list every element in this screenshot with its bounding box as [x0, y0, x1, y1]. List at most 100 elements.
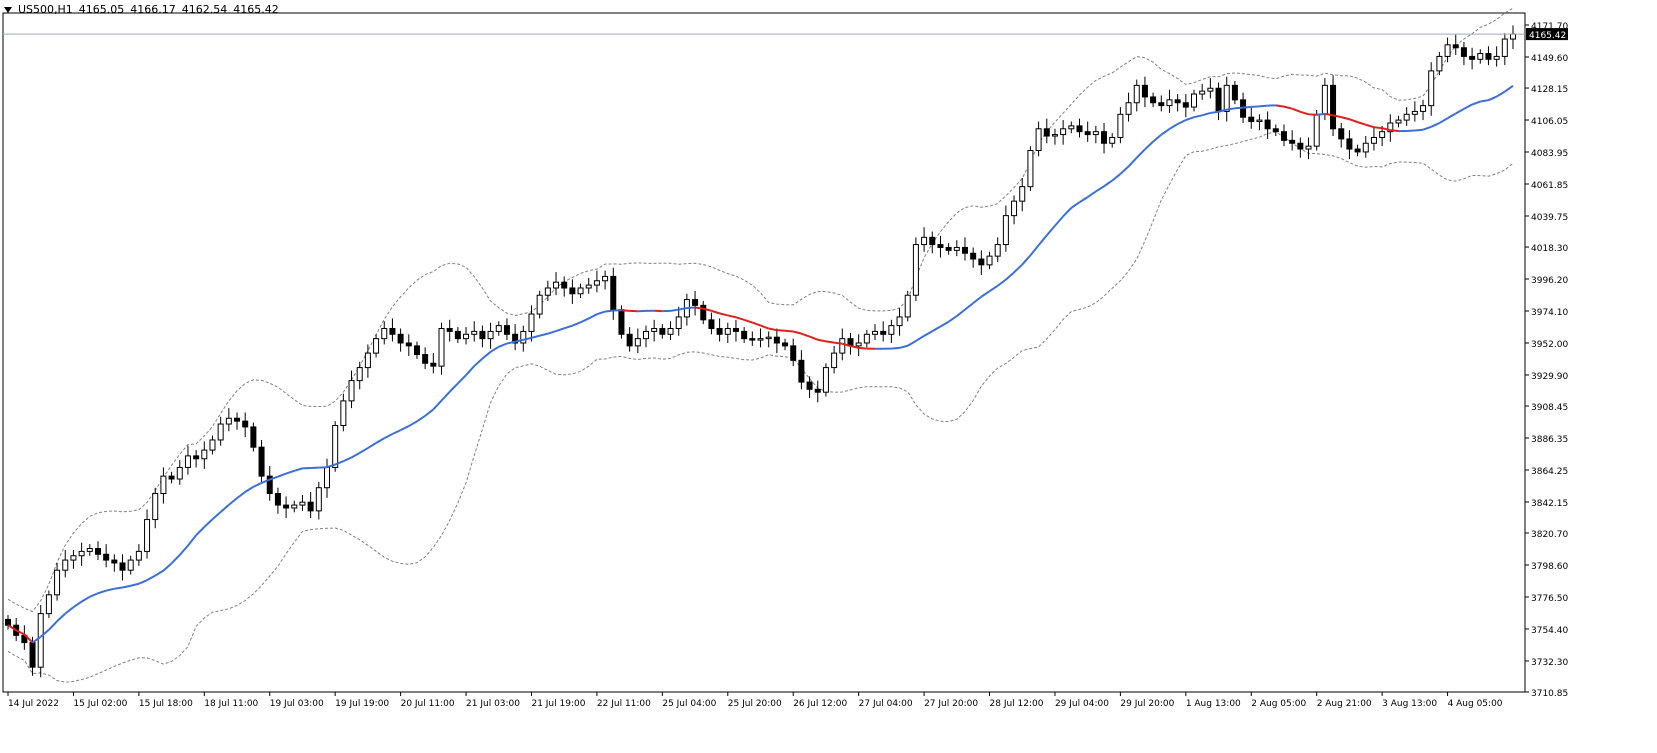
- candle-body[interactable]: [1223, 84, 1230, 112]
- candle-body[interactable]: [765, 336, 772, 340]
- candle-body[interactable]: [1420, 105, 1427, 112]
- candle-body[interactable]: [119, 562, 126, 571]
- candle-body[interactable]: [405, 342, 412, 347]
- candle-body[interactable]: [454, 330, 461, 340]
- candle-body[interactable]: [1043, 128, 1050, 137]
- candle-body[interactable]: [348, 380, 355, 402]
- candle-body[interactable]: [209, 439, 216, 451]
- candle-body[interactable]: [1141, 84, 1148, 98]
- candle-body[interactable]: [234, 417, 241, 422]
- candle-body[interactable]: [1035, 128, 1042, 151]
- candle-body[interactable]: [184, 455, 191, 468]
- candle-body[interactable]: [1403, 113, 1410, 121]
- candle-body[interactable]: [1501, 38, 1508, 57]
- candle-body[interactable]: [340, 400, 347, 426]
- candle-body[interactable]: [634, 338, 641, 347]
- candle-body[interactable]: [642, 330, 649, 340]
- candle-body[interactable]: [1493, 55, 1500, 60]
- candle-body[interactable]: [1248, 116, 1255, 123]
- candle-body[interactable]: [135, 550, 142, 561]
- candle-body[interactable]: [929, 236, 936, 246]
- candle-body[interactable]: [1264, 119, 1271, 130]
- candle-body[interactable]: [593, 280, 600, 286]
- candle-body[interactable]: [176, 466, 183, 480]
- candle-body[interactable]: [610, 275, 617, 311]
- candle-body[interactable]: [732, 328, 739, 332]
- candle-body[interactable]: [814, 388, 821, 393]
- candle-body[interactable]: [692, 299, 699, 306]
- candle-body[interactable]: [1436, 55, 1443, 72]
- candle-body[interactable]: [1460, 47, 1467, 57]
- candle-body[interactable]: [54, 569, 61, 596]
- candle-body[interactable]: [1256, 119, 1263, 123]
- candle-body[interactable]: [961, 246, 968, 254]
- candle-body[interactable]: [618, 309, 625, 335]
- candle-body[interactable]: [1207, 87, 1214, 92]
- candle-body[interactable]: [103, 553, 110, 561]
- candle-body[interactable]: [749, 338, 756, 341]
- candle-body[interactable]: [839, 338, 846, 354]
- candle-body[interactable]: [381, 328, 388, 340]
- candle-body[interactable]: [217, 423, 224, 441]
- candle-body[interactable]: [773, 336, 780, 344]
- candle-body[interactable]: [86, 548, 93, 552]
- candle-body[interactable]: [863, 333, 870, 344]
- candle-body[interactable]: [1452, 44, 1459, 49]
- candle-body[interactable]: [144, 519, 151, 552]
- candle-body[interactable]: [872, 330, 879, 335]
- candle-body[interactable]: [1305, 145, 1312, 150]
- candle-body[interactable]: [258, 446, 265, 477]
- candle-body[interactable]: [822, 367, 829, 393]
- candle-body[interactable]: [741, 330, 748, 340]
- candle-body[interactable]: [1002, 215, 1009, 246]
- candle-body[interactable]: [1469, 55, 1476, 60]
- candle-body[interactable]: [626, 333, 633, 347]
- candle-body[interactable]: [1477, 53, 1484, 60]
- candle-body[interactable]: [1346, 138, 1353, 150]
- candle-body[interactable]: [291, 504, 298, 509]
- candle-body[interactable]: [782, 342, 789, 347]
- candle-body[interactable]: [912, 244, 919, 296]
- candle-body[interactable]: [299, 501, 306, 506]
- candle-body[interactable]: [757, 338, 764, 341]
- candle-body[interactable]: [904, 294, 911, 318]
- candle-body[interactable]: [1379, 131, 1386, 138]
- chevron-down-icon[interactable]: [4, 7, 12, 13]
- candle-body[interactable]: [1060, 128, 1067, 136]
- candle-body[interactable]: [1084, 131, 1091, 136]
- candle-body[interactable]: [1338, 128, 1345, 140]
- candle-body[interactable]: [994, 244, 1001, 257]
- candle-body[interactable]: [953, 246, 960, 251]
- candle-body[interactable]: [945, 246, 952, 251]
- candle-body[interactable]: [1068, 125, 1075, 130]
- candle-body[interactable]: [1354, 148, 1361, 153]
- candle-body[interactable]: [152, 493, 159, 521]
- candle-body[interactable]: [1150, 96, 1157, 104]
- candle-body[interactable]: [479, 330, 486, 340]
- candle-body[interactable]: [127, 559, 134, 571]
- candle-body[interactable]: [536, 294, 543, 315]
- candle-body[interactable]: [323, 466, 330, 489]
- candle-body[interactable]: [970, 252, 977, 260]
- candle-body[interactable]: [1289, 139, 1296, 144]
- candle-body[interactable]: [880, 330, 887, 335]
- candle-body[interactable]: [111, 559, 118, 564]
- candle-body[interactable]: [724, 328, 731, 335]
- candle-body[interactable]: [790, 345, 797, 361]
- candle-body[interactable]: [45, 594, 52, 615]
- candle-body[interactable]: [1321, 84, 1328, 115]
- candle-body[interactable]: [356, 367, 363, 382]
- candle-body[interactable]: [855, 342, 862, 347]
- candle-body[interactable]: [585, 284, 592, 289]
- candle-body[interactable]: [315, 487, 322, 512]
- candle-body[interactable]: [373, 338, 380, 354]
- candle-body[interactable]: [1510, 33, 1516, 40]
- candle-body[interactable]: [201, 449, 208, 460]
- candle-body[interactable]: [1444, 44, 1451, 57]
- candle-body[interactable]: [659, 328, 666, 335]
- candle-body[interactable]: [193, 455, 200, 460]
- chart-window[interactable]: 4171.70 4149.60 4128.15 4106.05 4083.95 4061.…: [0, 0, 1657, 753]
- candle-body[interactable]: [1027, 149, 1034, 188]
- candle-body[interactable]: [29, 642, 36, 668]
- candle-body[interactable]: [413, 345, 420, 356]
